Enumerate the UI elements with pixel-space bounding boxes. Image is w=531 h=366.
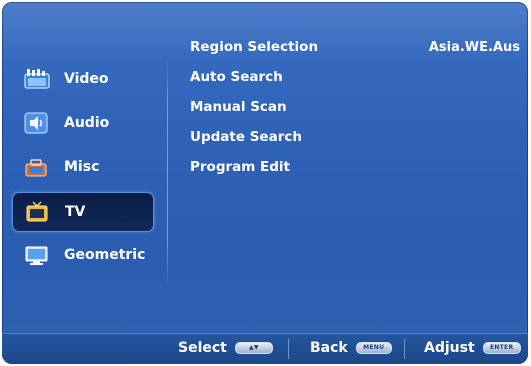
menu-item-program-edit[interactable]: Program Edit [190, 156, 520, 178]
osd-menu-window: Video Audio Misc TV Geometric Region Sel… [2, 2, 528, 364]
menu-item-label: Auto Search [190, 69, 283, 85]
menu-item-auto-search[interactable]: Auto Search [190, 66, 520, 88]
menu-item-label: Manual Scan [190, 99, 287, 115]
tv-icon [25, 201, 51, 223]
menu-key-icon: MENU [355, 342, 392, 354]
menu-item-update-search[interactable]: Update Search [190, 126, 520, 148]
menu-item-label: Update Search [190, 129, 302, 145]
menu-divider [167, 60, 168, 285]
region-value: Asia.WE.Aus [428, 39, 520, 55]
up-down-key-icon: ▲▼ [234, 342, 273, 354]
sidebar-item-label: Geometric [64, 247, 146, 263]
misc-icon [24, 156, 50, 178]
sidebar-item-video[interactable]: Video [12, 60, 152, 98]
back-hint-label: Back [310, 340, 348, 356]
audio-icon [24, 112, 50, 134]
select-hint: Select ▲▼ [178, 340, 273, 356]
menu-item-label: Region Selection [190, 39, 319, 55]
enter-key-icon: ENTER [482, 342, 521, 354]
sidebar-item-label: Misc [64, 159, 100, 175]
adjust-hint: Adjust ENTER [424, 340, 521, 356]
menu-item-manual-scan[interactable]: Manual Scan [190, 96, 520, 118]
video-icon [24, 68, 50, 90]
sidebar-item-tv[interactable]: TV [12, 192, 154, 232]
footer-separator [404, 339, 405, 359]
sidebar-item-geometric[interactable]: Geometric [12, 236, 152, 274]
sidebar-item-label: Audio [64, 115, 110, 131]
footer-hint-bar: Select ▲▼ Back MENU Adjust ENTER [2, 333, 528, 364]
sidebar-item-label: TV [65, 204, 86, 220]
sidebar-item-label: Video [64, 71, 109, 87]
sidebar-item-misc[interactable]: Misc [12, 148, 152, 186]
footer-separator [288, 339, 289, 359]
select-hint-label: Select [178, 340, 227, 356]
menu-item-label: Program Edit [190, 159, 290, 175]
back-hint: Back MENU [310, 340, 392, 356]
adjust-hint-label: Adjust [424, 340, 475, 356]
menu-item-region-selection[interactable]: Region Selection Asia.WE.Aus [190, 36, 520, 58]
sidebar-item-audio[interactable]: Audio [12, 104, 152, 142]
geometric-icon [24, 244, 50, 266]
